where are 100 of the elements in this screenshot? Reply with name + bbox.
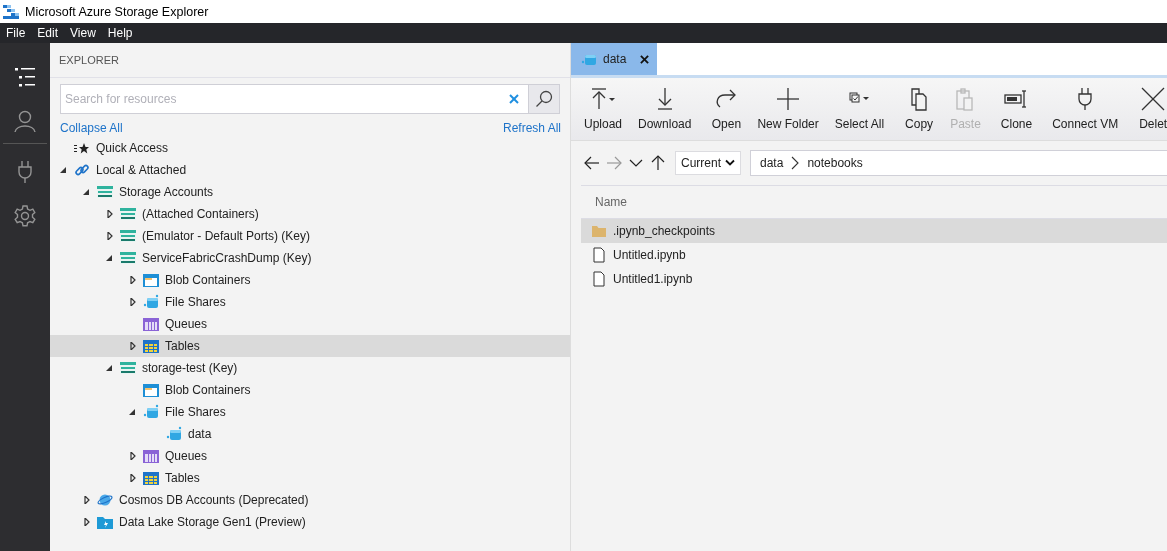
storage-account-icon	[120, 360, 136, 376]
tree-label: Queues	[165, 317, 208, 331]
toolbar-button[interactable]: Upload	[576, 78, 631, 140]
link-icon	[74, 162, 90, 178]
tree-item[interactable]: Blob Containers	[50, 379, 570, 401]
column-header[interactable]: Name	[595, 195, 627, 209]
tree-item[interactable]: ServiceFabricCrashDump (Key)	[50, 247, 570, 269]
menu-item[interactable]: File	[0, 26, 32, 40]
breadcrumb[interactable]: notebooks	[807, 156, 863, 170]
tab[interactable]: data	[571, 43, 658, 75]
window-title: Microsoft Azure Storage Explorer	[25, 4, 209, 19]
tree-label: Blob Containers	[165, 383, 251, 397]
toolbar-button[interactable]: Select All	[826, 78, 893, 140]
tree-label: data	[188, 427, 212, 441]
collapsed-arrow-icon[interactable]	[83, 496, 91, 504]
file-name: Untitled.ipynb	[613, 248, 686, 262]
tree-item[interactable]: Queues	[50, 313, 570, 335]
menu-item[interactable]: Help	[101, 26, 139, 40]
file-row[interactable]: Untitled.ipynb	[581, 243, 1167, 267]
toolbar-button[interactable]: Delet	[1130, 78, 1167, 140]
toolbar-button[interactable]: Copy	[896, 78, 943, 140]
file-icon	[591, 247, 607, 263]
close-icon[interactable]	[640, 54, 650, 64]
table-icon	[143, 470, 159, 486]
menu-item[interactable]: Edit	[31, 26, 65, 40]
path-field[interactable]: data notebooks	[750, 150, 1167, 176]
app-logo-icon	[3, 3, 19, 20]
tree-label: File Shares	[165, 295, 226, 309]
refresh-all-link[interactable]: Refresh All	[502, 121, 561, 135]
tree-label: File Shares	[165, 405, 226, 419]
blob-container-icon	[143, 382, 159, 398]
person-icon	[13, 109, 37, 133]
tree-item[interactable]: File Shares	[50, 401, 570, 423]
clear-icon[interactable]	[509, 94, 519, 104]
tree-label: Storage Accounts	[119, 185, 214, 199]
tree-label: (Emulator - Default Ports) (Key)	[142, 229, 311, 243]
toolbar-button[interactable]: Clone	[992, 78, 1041, 140]
collapsed-arrow-icon[interactable]	[106, 210, 114, 218]
tree-item[interactable]: data	[50, 423, 570, 445]
tree-item[interactable]: (Attached Containers)	[50, 203, 570, 225]
tree-item[interactable]: Local & Attached	[50, 159, 570, 181]
chevron-right-icon	[791, 156, 800, 170]
tree-item[interactable]: Tables	[50, 467, 570, 489]
tree-label: storage-test (Key)	[142, 361, 238, 375]
tree-item[interactable]: storage-test (Key)	[50, 357, 570, 379]
collapsed-arrow-icon[interactable]	[129, 342, 137, 350]
expanded-arrow-icon[interactable]	[83, 188, 91, 196]
file-row[interactable]: Untitled1.ipynb	[581, 267, 1167, 291]
tab-label: data	[603, 52, 627, 66]
collapse-all-link[interactable]: Collapse All	[60, 121, 123, 135]
chevron-down-icon	[725, 159, 735, 167]
storage-account-icon	[120, 250, 136, 266]
storage-account-icon	[120, 228, 136, 244]
expanded-arrow-icon[interactable]	[106, 254, 114, 262]
toolbar-button[interactable]: Connect VM	[1044, 78, 1127, 140]
queue-icon	[143, 448, 159, 464]
expanded-arrow-icon[interactable]	[60, 166, 68, 174]
tree-item[interactable]: File Shares	[50, 291, 570, 313]
toolbar-button[interactable]: New Folder	[749, 78, 827, 140]
expanded-arrow-icon[interactable]	[129, 408, 137, 416]
tree-item[interactable]: Storage Accounts	[50, 181, 570, 203]
file-share-icon	[143, 294, 159, 310]
collapsed-arrow-icon[interactable]	[106, 232, 114, 240]
collapsed-arrow-icon[interactable]	[129, 276, 137, 284]
file-icon	[591, 271, 607, 287]
collapsed-arrow-icon[interactable]	[129, 452, 137, 460]
search-field[interactable]: Search for resources	[60, 84, 529, 114]
storage-account-icon	[120, 206, 136, 222]
tree-item[interactable]: Cosmos DB Accounts (Deprecated)	[50, 489, 570, 511]
tree-item[interactable]: Data Lake Storage Gen1 (Preview)	[50, 511, 570, 533]
folder-icon	[591, 223, 607, 239]
tree-item[interactable]: (Emulator - Default Ports) (Key)	[50, 225, 570, 247]
expanded-arrow-icon[interactable]	[106, 364, 114, 372]
tree-item[interactable]: Quick Access	[50, 137, 570, 159]
tree-label: Data Lake Storage Gen1 (Preview)	[119, 515, 306, 529]
back-arrow-icon	[584, 155, 600, 171]
file-row[interactable]: .ipynb_checkpoints	[581, 219, 1167, 243]
tree-label: Local & Attached	[96, 163, 187, 177]
tree-item[interactable]: Queues	[50, 445, 570, 467]
tree-label: Tables	[165, 339, 200, 353]
tree-label: (Attached Containers)	[142, 207, 259, 221]
collapsed-arrow-icon[interactable]	[83, 518, 91, 526]
forward-arrow-icon	[606, 155, 622, 171]
tree-item[interactable]: Blob Containers	[50, 269, 570, 291]
scope-dropdown[interactable]: Current	[675, 151, 741, 175]
toolbar-button[interactable]: Open	[703, 78, 750, 140]
collapsed-arrow-icon[interactable]	[129, 474, 137, 482]
queue-icon	[143, 316, 159, 332]
tree-item[interactable]: Tables	[50, 335, 570, 357]
breadcrumb[interactable]: data	[760, 156, 784, 170]
search-button[interactable]	[529, 84, 560, 114]
menu-item[interactable]: View	[64, 26, 102, 40]
tree-label: Queues	[165, 449, 208, 463]
search-icon	[535, 90, 553, 108]
tree-label: Blob Containers	[165, 273, 251, 287]
collapsed-arrow-icon[interactable]	[129, 298, 137, 306]
toolbar-button[interactable]: Download	[630, 78, 700, 140]
tree-label: Quick Access	[96, 141, 169, 155]
blob-container-icon	[143, 272, 159, 288]
settings-icon	[13, 204, 37, 228]
